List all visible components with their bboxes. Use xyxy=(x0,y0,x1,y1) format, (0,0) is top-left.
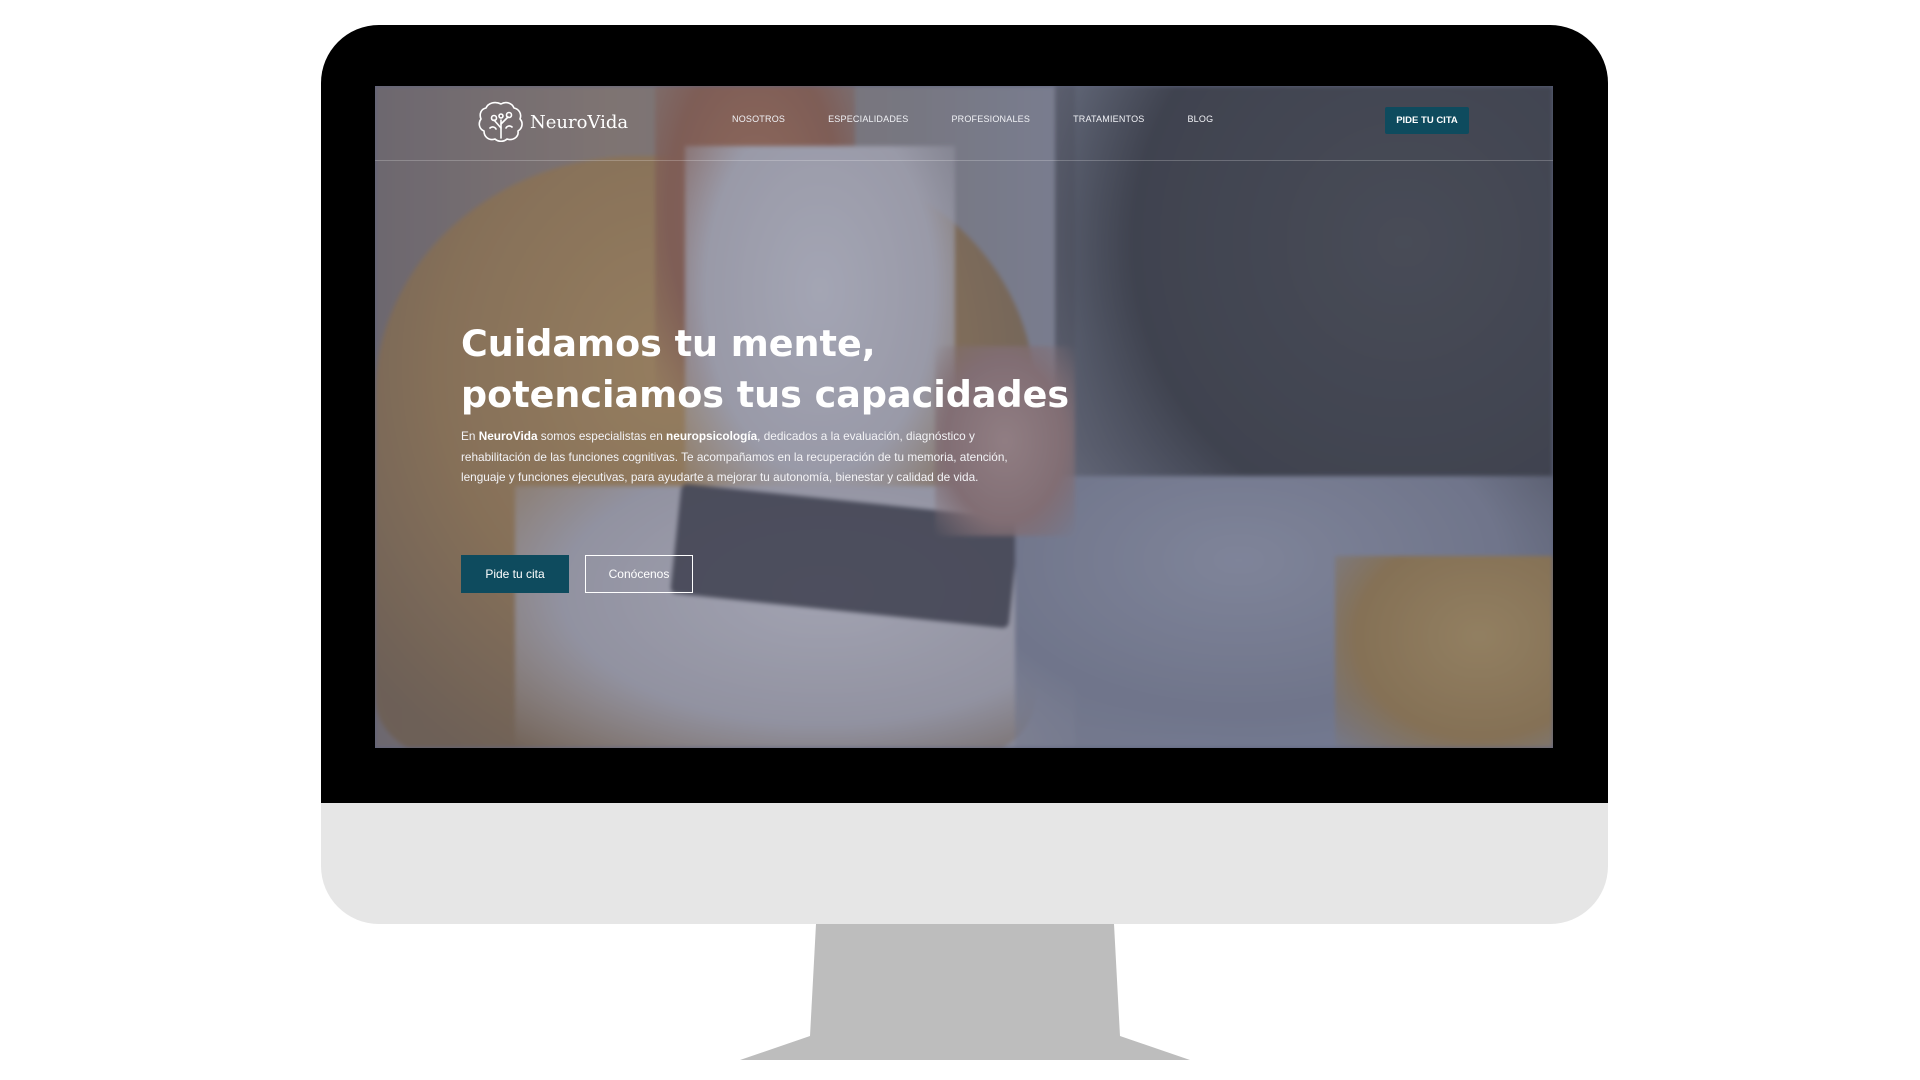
book-appointment-button[interactable]: Pide tu cita xyxy=(461,555,569,593)
nav-links: NOSOTROS ESPECIALIDADES PROFESIONALES TR… xyxy=(732,114,1256,124)
nav-link-blog[interactable]: BLOG xyxy=(1187,114,1213,124)
hero-title-line-2: potenciamos tus capacidades xyxy=(461,373,1070,416)
nav-link-especialidades[interactable]: ESPECIALIDADES xyxy=(828,114,908,124)
main-navigation: NeuroVida NOSOTROS ESPECIALIDADES PROFES… xyxy=(375,86,1553,161)
hero-description: En NeuroVida somos especialistas en neur… xyxy=(461,426,1021,488)
brain-tree-icon xyxy=(478,101,523,143)
monitor-stand xyxy=(740,924,1190,1060)
hero-text-specialty: neuropsicología xyxy=(666,429,758,443)
site-logo[interactable]: NeuroVida xyxy=(476,98,628,146)
nav-link-nosotros[interactable]: NOSOTROS xyxy=(732,114,785,124)
website-screen: NeuroVida NOSOTROS ESPECIALIDADES PROFES… xyxy=(375,86,1553,748)
hero-title-line-1: Cuidamos tu mente, xyxy=(461,322,876,365)
hero-text-part: somos especialistas en xyxy=(537,429,667,443)
nav-appointment-button[interactable]: PIDE TU CITA xyxy=(1385,107,1469,134)
hero-text-brand: NeuroVida xyxy=(478,429,538,443)
hero-title: Cuidamos tu mente, potenciamos tus capac… xyxy=(461,318,1101,420)
brand-name: NeuroVida xyxy=(530,111,629,133)
monitor-chin xyxy=(321,803,1608,924)
nav-link-profesionales[interactable]: PROFESIONALES xyxy=(951,114,1030,124)
nav-link-tratamientos[interactable]: TRATAMIENTOS xyxy=(1073,114,1144,124)
hero-text-part: En xyxy=(461,429,479,443)
about-us-button[interactable]: Conócenos xyxy=(585,555,693,593)
monitor-mockup: NeuroVida NOSOTROS ESPECIALIDADES PROFES… xyxy=(0,0,1920,1080)
